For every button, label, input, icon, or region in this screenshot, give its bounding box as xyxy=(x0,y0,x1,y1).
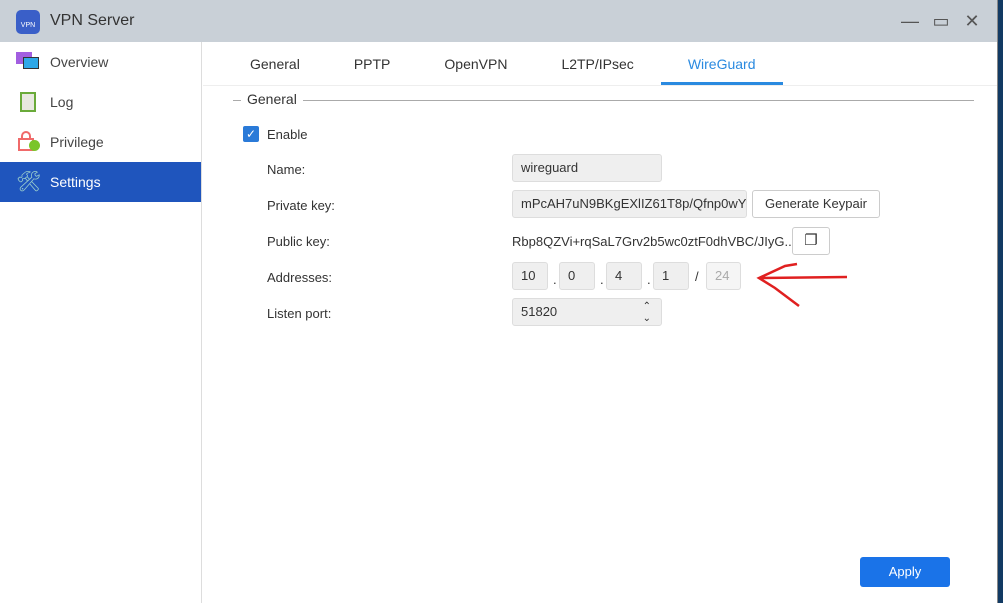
vpn-lock-icon: VPN xyxy=(16,10,40,34)
enable-checkbox[interactable]: ✓ xyxy=(243,126,259,142)
address-dot: . xyxy=(553,272,557,287)
red-arrow-annotation xyxy=(755,260,850,310)
sidebar-item-label: Privilege xyxy=(50,134,104,150)
title-bar: VPN VPN Server — ▭ ✕ xyxy=(0,0,997,42)
address-dot: . xyxy=(647,272,651,287)
address-octet-4[interactable]: 1 xyxy=(653,262,689,290)
sidebar-item-log[interactable]: Log xyxy=(0,82,201,122)
tools-icon: 🛠 xyxy=(16,170,40,194)
vpn-server-window: VPN VPN Server — ▭ ✕ Overview Log Privil… xyxy=(0,0,998,603)
tab-general[interactable]: General xyxy=(223,42,327,85)
name-input[interactable]: wireguard xyxy=(512,154,662,182)
sidebar-item-overview[interactable]: Overview xyxy=(0,42,201,82)
address-slash: / xyxy=(695,269,699,284)
address-octet-1[interactable]: 10 xyxy=(512,262,548,290)
sidebar-item-label: Log xyxy=(50,94,73,110)
tab-openvpn[interactable]: OpenVPN xyxy=(417,42,534,85)
address-prefix-input: 24 xyxy=(706,262,741,290)
settings-panel: General PPTP OpenVPN L2TP/IPsec WireGuar… xyxy=(203,42,997,603)
maximize-icon[interactable]: ▭ xyxy=(930,10,952,32)
sidebar-item-label: Overview xyxy=(50,54,108,70)
tab-bar: General PPTP OpenVPN L2TP/IPsec WireGuar… xyxy=(203,42,997,86)
sidebar-item-settings[interactable]: 🛠 Settings xyxy=(0,162,201,202)
listen-port-input[interactable]: 51820 ⌃⌄ xyxy=(512,298,662,326)
sidebar-item-privilege[interactable]: Privilege xyxy=(0,122,201,162)
tab-wireguard[interactable]: WireGuard xyxy=(661,42,783,85)
section-divider: General xyxy=(233,100,974,101)
listen-port-value: 51820 xyxy=(521,304,557,319)
address-octet-3[interactable]: 4 xyxy=(606,262,642,290)
apply-button[interactable]: Apply xyxy=(860,557,950,587)
private-key-input[interactable]: mPcAH7uN9BKgEXlIZ61T8p/Qfnp0wYG xyxy=(512,190,747,218)
spinner-icon[interactable]: ⌃⌄ xyxy=(643,299,651,325)
tab-l2tp-ipsec[interactable]: L2TP/IPsec xyxy=(534,42,660,85)
public-key-label: Public key: xyxy=(267,234,330,249)
lock-check-icon xyxy=(16,130,40,154)
address-octet-2[interactable]: 0 xyxy=(559,262,595,290)
private-key-label: Private key: xyxy=(267,198,335,213)
minimize-icon[interactable]: — xyxy=(899,10,921,32)
sidebar-item-label: Settings xyxy=(50,174,101,190)
generate-keypair-button[interactable]: Generate Keypair xyxy=(752,190,880,218)
enable-checkbox-row: ✓ Enable xyxy=(243,126,307,142)
public-key-value: Rbp8QZVi+rqSaL7Grv2b5wc0ztF0dhVBC/JIyG..… xyxy=(512,234,795,249)
copy-icon[interactable]: ❐ xyxy=(792,227,830,255)
listen-port-label: Listen port: xyxy=(267,306,331,321)
monitors-icon xyxy=(16,50,40,74)
clipboard-icon xyxy=(16,90,40,114)
section-title: General xyxy=(241,91,303,107)
address-dot: . xyxy=(600,272,604,287)
tab-pptp[interactable]: PPTP xyxy=(327,42,418,85)
enable-label: Enable xyxy=(267,127,307,142)
window-title: VPN Server xyxy=(50,12,134,30)
name-label: Name: xyxy=(267,162,305,177)
close-icon[interactable]: ✕ xyxy=(961,10,983,32)
addresses-label: Addresses: xyxy=(267,270,332,285)
sidebar: Overview Log Privilege 🛠 Settings xyxy=(0,42,202,603)
app-icon-text: VPN xyxy=(21,22,35,29)
